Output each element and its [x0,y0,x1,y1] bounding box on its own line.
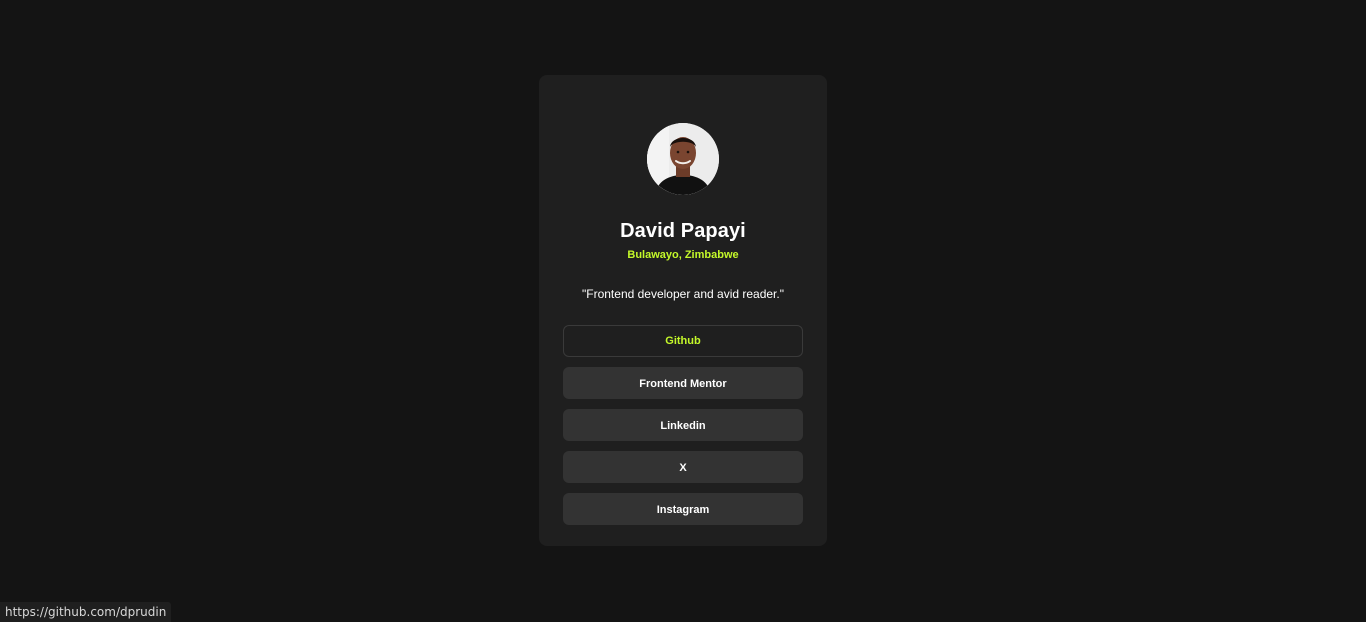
social-links: Github Frontend Mentor Linkedin X Instag… [563,325,803,525]
linkedin-link-button[interactable]: Linkedin [563,409,803,441]
instagram-link-button[interactable]: Instagram [563,493,803,525]
x-link-button[interactable]: X [563,451,803,483]
browser-status-bar-url: https://github.com/dprudin [0,602,172,622]
page: David Papayi Bulawayo, Zimbabwe "Fronten… [0,0,1366,622]
profile-bio: "Frontend developer and avid reader." [582,287,784,301]
frontend-mentor-link-button[interactable]: Frontend Mentor [563,367,803,399]
profile-name: David Papayi [620,220,746,242]
avatar [647,123,719,195]
github-link-button[interactable]: Github [563,325,803,357]
profile-card: David Papayi Bulawayo, Zimbabwe "Fronten… [539,75,827,546]
avatar-photo [647,123,719,195]
profile-location: Bulawayo, Zimbabwe [627,249,739,261]
